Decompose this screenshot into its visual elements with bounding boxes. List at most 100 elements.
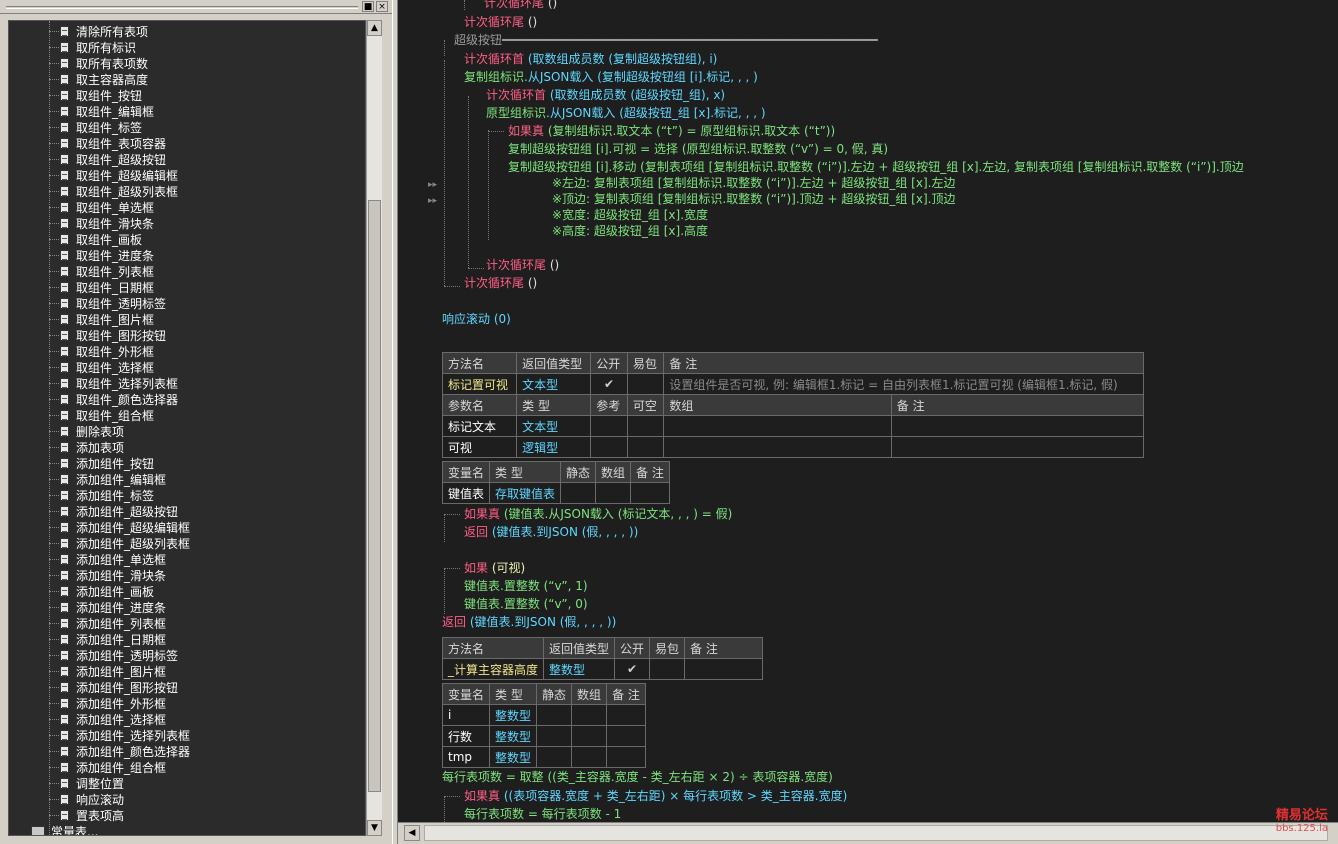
tree-item[interactable]: 取组件_列表框 — [49, 263, 154, 279]
tree-item-label: 取组件_单选框 — [76, 200, 155, 215]
tree-item[interactable]: 添加表项 — [49, 439, 124, 455]
subroutine-icon — [60, 73, 69, 85]
tree-item[interactable]: 删除表项 — [49, 423, 124, 439]
tree-item-label: 取组件_按钮 — [76, 88, 143, 103]
code-line[interactable]: 如果 (可视) — [464, 559, 525, 577]
tree-item[interactable]: 清除所有表项 — [49, 23, 148, 39]
tree-item[interactable]: 添加组件_颜色选择器 — [49, 743, 190, 759]
code-line[interactable]: 计次循环尾 () — [486, 256, 559, 274]
tree-item[interactable]: 添加组件_滑块条 — [49, 567, 166, 583]
tree-item[interactable]: 取组件_单选框 — [49, 199, 154, 215]
watermark: 精易论坛 bbs.125.la — [1276, 804, 1328, 834]
tree-item[interactable]: 取组件_外形框 — [49, 343, 154, 359]
code-line[interactable]: 每行表项数 = 取整 ((类_主容器.宽度 - 类_左右距 × 2) ÷ 表项容… — [442, 768, 833, 786]
tree-item[interactable]: 添加组件_编辑框 — [49, 471, 166, 487]
tree-item[interactable]: 添加组件_日期框 — [49, 631, 166, 647]
tree-item[interactable]: 取组件_选择框 — [49, 359, 154, 375]
tree-item-label: 取组件_选择列表框 — [76, 376, 179, 391]
tree-item[interactable]: 添加组件_图片框 — [49, 663, 166, 679]
scroll-track[interactable] — [424, 825, 1328, 841]
code-line[interactable]: 计次循环首 (取数组成员数 (超级按钮_组), x) — [486, 86, 725, 104]
tree-item[interactable]: 添加组件_列表框 — [49, 615, 166, 631]
tree-item-label: 取所有表项数 — [76, 56, 149, 71]
subroutine-icon — [60, 265, 69, 277]
code-line[interactable]: 返回 (键值表.到JSON (假, , , , )) — [464, 523, 638, 541]
subroutine-icon — [60, 681, 69, 693]
tree-vertical-scrollbar[interactable]: ▲ ▼ — [366, 20, 382, 836]
tree-item-label: 取组件_组合框 — [76, 408, 155, 423]
tree-item[interactable]: 添加组件_标签 — [49, 487, 154, 503]
method-name[interactable]: _计算主容器高度 — [441, 658, 545, 680]
tree-item[interactable]: 取组件_超级列表框 — [49, 183, 178, 199]
tree-item[interactable]: 添加组件_透明标签 — [49, 647, 178, 663]
code-line[interactable]: 如果真 (复制组标识.取文本 (“t”) = 原型组标识.取文本 (“t”)) — [508, 122, 835, 140]
scroll-up-button[interactable]: ▲ — [367, 20, 382, 36]
tree-item[interactable]: 取组件_颜色选择器 — [49, 391, 178, 407]
code-line[interactable]: 复制超级按钮组 [i].可视 = 选择 (原型组标识.取整数 (“v”) = 0… — [508, 140, 888, 158]
tree-item[interactable]: 添加组件_画板 — [49, 583, 154, 599]
tree-item[interactable]: 取组件_组合框 — [49, 407, 154, 423]
tree-item-label: 添加组件_编辑框 — [76, 472, 167, 487]
tree-item[interactable]: 添加组件_超级列表框 — [49, 535, 190, 551]
code-line[interactable]: 如果真 (键值表.从JSON载入 (标记文本, , , ) = 假) — [464, 505, 732, 523]
subroutine-icon — [60, 489, 69, 501]
ide-window: ■ × 清除所有表项 取所有标识 取所有表项数 取主容器高度 取组件_按钮 取组件_编辑框… — [0, 0, 1338, 844]
tree-item-label: 调整位置 — [76, 776, 125, 791]
code-line[interactable]: 每行表项数 = 每行表项数 - 1 — [464, 805, 621, 822]
tree-item[interactable]: 添加组件_外形框 — [49, 695, 166, 711]
code-editor[interactable]: ▸▸ ▸▸ 计次循环尾 () 计次循环尾 () 超级按钮━━━━━━━━━━━━… — [398, 0, 1338, 822]
tree-item[interactable]: 置表项高 — [49, 807, 124, 823]
subroutine-icon — [60, 809, 69, 821]
scroll-thumb[interactable] — [368, 200, 381, 792]
scroll-down-button[interactable]: ▼ — [367, 820, 382, 836]
program-tree[interactable]: 清除所有表项 取所有标识 取所有表项数 取主容器高度 取组件_按钮 取组件_编辑框 取组件_… — [8, 20, 366, 836]
tree-item[interactable]: 取主容器高度 — [49, 71, 148, 87]
tree-item[interactable]: 取组件_表项容器 — [49, 135, 166, 151]
tree-item[interactable]: 取组件_超级编辑框 — [49, 167, 178, 183]
code-line[interactable]: 响应滚动 (0) — [442, 310, 511, 328]
tree-item[interactable]: 添加组件_图形按钮 — [49, 679, 178, 695]
tree-item-label: 取组件_超级按钮 — [76, 152, 167, 167]
tree-item[interactable]: 添加组件_单选框 — [49, 551, 166, 567]
tree-item[interactable]: 取组件_超级按钮 — [49, 151, 166, 167]
code-line[interactable]: 计次循环尾 () — [464, 274, 537, 292]
pin-button[interactable]: ■ — [362, 1, 374, 12]
tree-item[interactable]: 取组件_选择列表框 — [49, 375, 178, 391]
close-button[interactable]: × — [376, 1, 388, 12]
code-line[interactable]: ※高度: 超级按钮_组 [x].高度 — [552, 222, 708, 240]
tree-item[interactable]: 取组件_标签 — [49, 119, 142, 135]
tree-folder-constants[interactable]: 常量表... — [31, 823, 98, 835]
tree-item[interactable]: 响应滚动 — [49, 791, 124, 807]
tree-item[interactable]: 添加组件_选择框 — [49, 711, 166, 727]
method-name[interactable]: 标记置可视 — [441, 373, 518, 395]
subroutine-icon — [60, 121, 69, 133]
code-line[interactable]: 如果真 ((表项容器.宽度 + 类_左右距) × 每行表项数 > 类_主容器.宽… — [464, 787, 847, 805]
tree-item[interactable]: 添加组件_选择列表框 — [49, 727, 190, 743]
tree-item[interactable]: 取组件_日期框 — [49, 279, 154, 295]
horizontal-scrollbar[interactable]: ◀ — [398, 822, 1338, 844]
code-line[interactable]: 键值表.置整数 (“v”, 1) — [464, 577, 588, 595]
subroutine-icon — [60, 521, 69, 533]
tree-item[interactable]: 添加组件_进度条 — [49, 599, 166, 615]
tree-item[interactable]: 取组件_图片框 — [49, 311, 154, 327]
tree-item[interactable]: 取组件_透明标签 — [49, 295, 166, 311]
tree-item[interactable]: 取组件_进度条 — [49, 247, 154, 263]
code-line[interactable]: 键值表.置整数 (“v”, 0) — [464, 595, 588, 613]
tree-item[interactable]: 添加组件_超级编辑框 — [49, 519, 190, 535]
tree-item[interactable]: 调整位置 — [49, 775, 124, 791]
code-line[interactable]: 复制组标识.从JSON载入 (复制超级按钮组 [i].标记, , , ) — [464, 68, 758, 86]
code-line[interactable]: 返回 (键值表.到JSON (假, , , , )) — [442, 613, 616, 631]
tree-item[interactable]: 取所有表项数 — [49, 55, 148, 71]
tree-item[interactable]: 添加组件_超级按钮 — [49, 503, 178, 519]
tree-item[interactable]: 取组件_按钮 — [49, 87, 142, 103]
tree-item[interactable]: 取组件_编辑框 — [49, 103, 154, 119]
tree-item[interactable]: 添加组件_组合框 — [49, 759, 166, 775]
scroll-left-button[interactable]: ◀ — [404, 825, 420, 841]
tree-item[interactable]: 添加组件_按钮 — [49, 455, 154, 471]
tree-item[interactable]: 取组件_画板 — [49, 231, 142, 247]
tree-item[interactable]: 取组件_滑块条 — [49, 215, 154, 231]
tree-item[interactable]: 取组件_图形按钮 — [49, 327, 166, 343]
tree-item[interactable]: 取所有标识 — [49, 39, 136, 55]
code-line[interactable]: 原型组标识.从JSON载入 (超级按钮_组 [x].标记, , , ) — [486, 104, 766, 122]
code-line[interactable]: 计次循环首 (取数组成员数 (复制超级按钮组), i) — [464, 50, 717, 68]
